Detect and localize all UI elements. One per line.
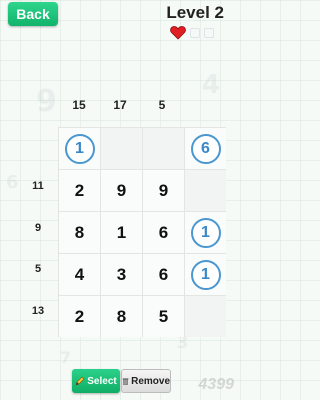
background-numeral: 4 [202, 70, 221, 100]
grid-cell[interactable]: 1 [101, 212, 142, 253]
puzzle-grid: 1 6 2 9 9 8 1 6 1 4 3 6 1 2 8 5 [58, 127, 226, 337]
column-clue: 5 [158, 98, 166, 112]
grid-cell[interactable]: 4 [59, 254, 100, 295]
pencil-icon [75, 376, 85, 386]
grid-cell[interactable]: 3 [101, 254, 142, 295]
level-title: Level 2 [166, 3, 224, 22]
grid-cell[interactable]: 2 [59, 170, 100, 211]
grid-cell[interactable]: 6 [185, 128, 226, 169]
background-numeral: 9 [36, 84, 57, 119]
circled-number: 1 [64, 133, 95, 164]
grid-cell[interactable]: 5 [143, 296, 184, 337]
row-clue: 11 [32, 180, 44, 192]
background-numeral: 6 [6, 172, 19, 193]
trash-icon [122, 377, 129, 385]
grid-cell[interactable]: 8 [59, 212, 100, 253]
heart-icon [170, 26, 186, 40]
grid-cell[interactable] [143, 128, 184, 169]
grid-cell[interactable] [185, 170, 226, 211]
circled-number: 1 [190, 259, 221, 290]
grid-cell[interactable]: 9 [101, 170, 142, 211]
column-clue: 17 [113, 98, 127, 112]
empty-life-icon [190, 28, 200, 38]
grid-cell[interactable]: 6 [143, 254, 184, 295]
row-clue: 5 [34, 263, 42, 275]
empty-life-icon [204, 28, 214, 38]
circled-number: 6 [190, 133, 221, 164]
select-label: Select [87, 375, 117, 387]
grid-cell[interactable] [101, 128, 142, 169]
grid-cell[interactable]: 1 [59, 128, 100, 169]
row-clue: 9 [34, 222, 42, 234]
grid-cell[interactable]: 9 [143, 170, 184, 211]
column-clue: 15 [72, 98, 86, 112]
grid-cell[interactable] [185, 296, 226, 337]
lives-indicator [170, 26, 214, 40]
row-clue: 13 [31, 305, 45, 317]
grid-cell[interactable]: 1 [185, 212, 226, 253]
remove-label: Remove [131, 375, 170, 387]
circled-number: 1 [190, 217, 221, 248]
grid-cell[interactable]: 2 [59, 296, 100, 337]
grid-cell[interactable]: 6 [143, 212, 184, 253]
grid-cell[interactable]: 1 [185, 254, 226, 295]
back-button[interactable]: Back [8, 2, 58, 26]
grid-cell[interactable]: 8 [101, 296, 142, 337]
site-watermark: 4399 [198, 376, 234, 393]
background-numeral: 7 [60, 348, 72, 367]
select-button[interactable]: Select [72, 369, 120, 393]
remove-button[interactable]: Remove [121, 369, 171, 393]
